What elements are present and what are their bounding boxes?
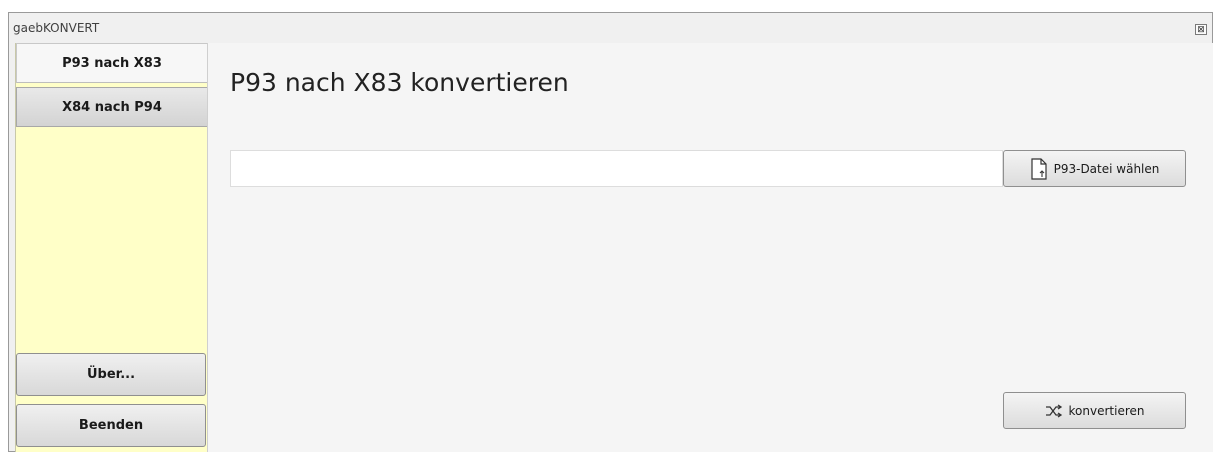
quit-button[interactable]: Beenden <box>16 404 206 447</box>
app-window: gaebKONVERT ⊠ P93 nach X83 X84 nach P94 … <box>8 12 1213 452</box>
sidebar: P93 nach X83 X84 nach P94 Über... Beende… <box>15 43 208 452</box>
window-title: gaebKONVERT <box>13 21 100 35</box>
title-bar: gaebKONVERT ⊠ <box>9 13 1212 42</box>
convert-label: konvertieren <box>1068 403 1145 418</box>
choose-file-button[interactable]: P93-Datei wählen <box>1003 150 1186 187</box>
close-button[interactable]: ⊠ <box>1195 24 1207 35</box>
close-icon: ⊠ <box>1197 24 1205 34</box>
shuffle-icon <box>1045 403 1062 418</box>
tab-p93-nach-x83[interactable]: P93 nach X83 <box>16 43 208 83</box>
main-panel: P93 nach X83 konvertieren P93-Datei wähl… <box>207 43 1213 452</box>
file-path-input[interactable] <box>230 150 1003 187</box>
about-button[interactable]: Über... <box>16 353 206 396</box>
document-icon <box>1031 157 1047 180</box>
choose-file-label: P93-Datei wählen <box>1053 161 1160 176</box>
tab-x84-nach-p94[interactable]: X84 nach P94 <box>16 87 208 127</box>
page-title: P93 nach X83 konvertieren <box>230 68 569 97</box>
convert-button[interactable]: konvertieren <box>1003 392 1186 429</box>
